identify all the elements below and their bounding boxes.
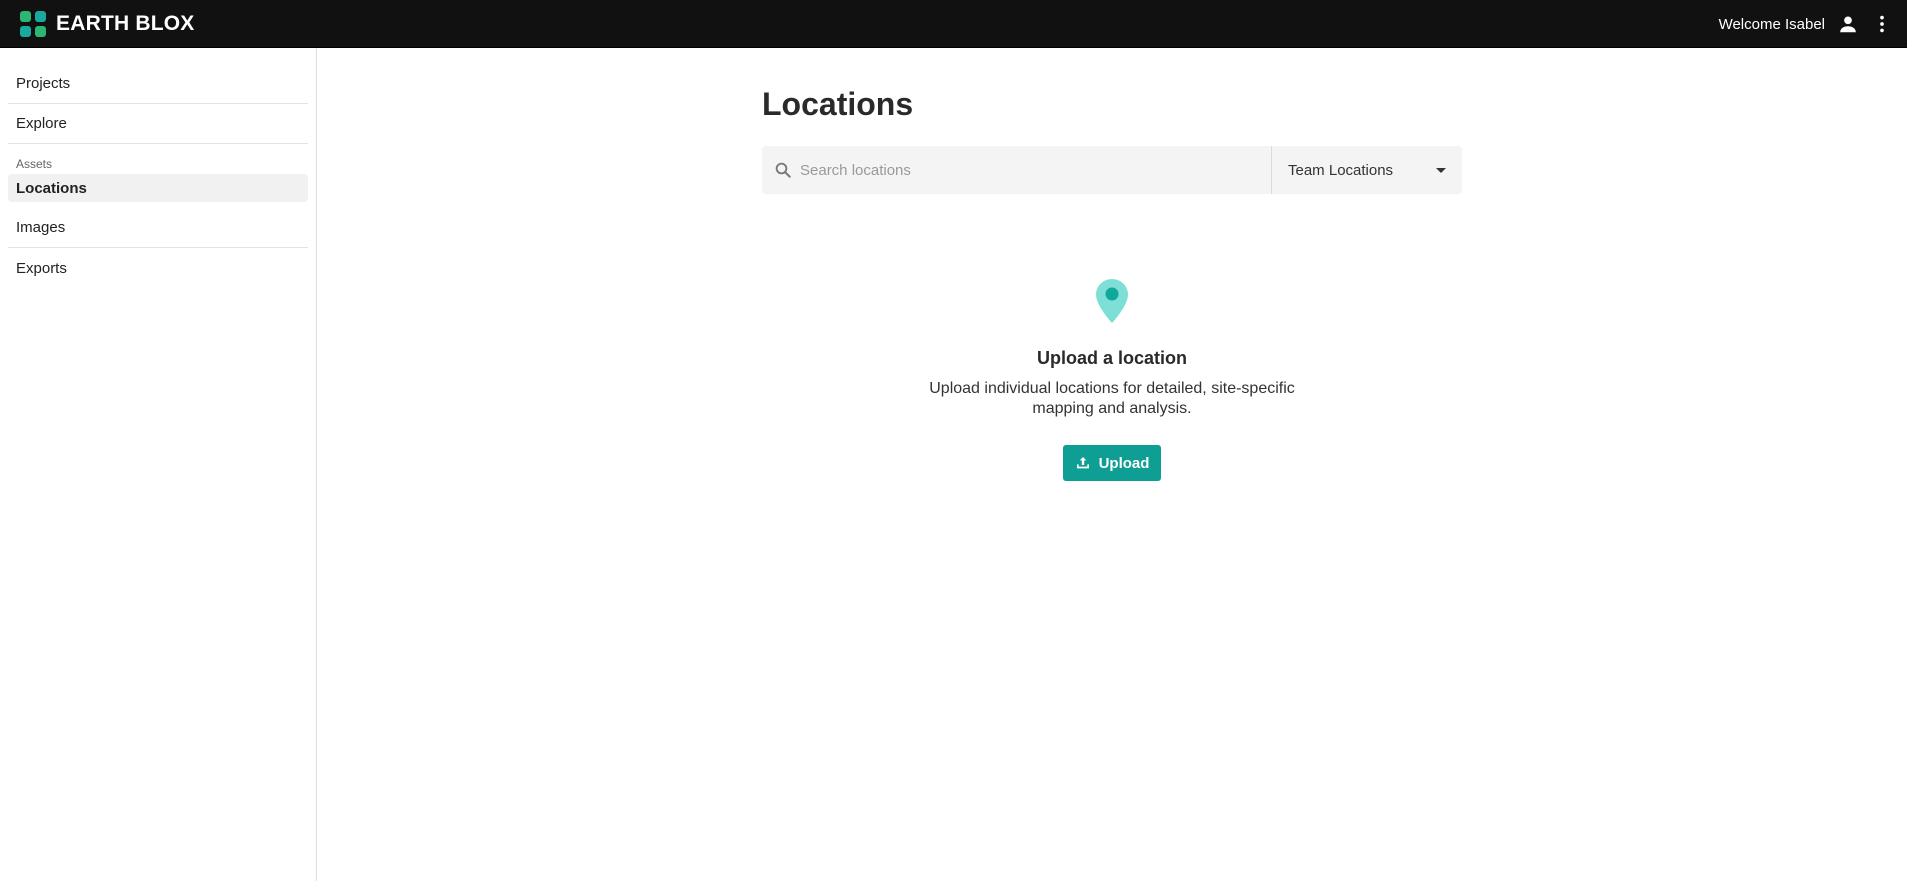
sidebar-item-label: Explore [16, 115, 67, 132]
sidebar-section-assets: Assets [8, 144, 308, 171]
page-title: Locations [762, 86, 914, 122]
sidebar-item-images[interactable]: Images [8, 208, 308, 248]
upload-button-label: Upload [1098, 454, 1150, 472]
sidebar-item-label: Images [16, 219, 66, 236]
welcome-text: Welcome Isabel [1718, 15, 1825, 33]
main-content: Locations Team Locations Upload a locati… [318, 48, 1907, 881]
search-field [762, 146, 1272, 194]
select-value: Team Locations [1288, 161, 1394, 179]
location-pin-icon [1096, 279, 1128, 323]
top-bar: EARTH BLOX Welcome Isabel [0, 0, 1907, 48]
topbar-right: Welcome Isabel [1719, 0, 1895, 48]
search-input[interactable] [762, 146, 1271, 194]
sidebar-item-locations[interactable]: Locations [8, 174, 308, 202]
sidebar-item-exports[interactable]: Exports [8, 248, 308, 288]
user-icon[interactable] [1835, 11, 1861, 37]
empty-state-description: Upload individual locations for detailed… [929, 380, 1295, 417]
caret-down-icon [1436, 167, 1446, 173]
earth-blox-logo-icon [18, 9, 48, 39]
sidebar-item-label: Locations [16, 179, 87, 197]
sidebar-item-explore[interactable]: Explore [8, 104, 308, 144]
empty-state-title: Upload a location [1036, 348, 1187, 368]
page: EARTH BLOX Welcome Isabel Projects Explo… [0, 0, 1907, 881]
sidebar-nav: Projects Explore Assets Locations Images… [8, 64, 308, 288]
upload-icon [1076, 457, 1089, 469]
search-icon [775, 162, 791, 178]
upload-button[interactable]: Upload [1062, 445, 1162, 481]
sidebar-item-label: Projects [16, 75, 71, 92]
scroll-gutter [1907, 0, 1919, 881]
sidebar-section-label: Assets [16, 157, 53, 171]
sidebar: Projects Explore Assets Locations Images… [0, 48, 317, 881]
brand[interactable]: EARTH BLOX [18, 9, 195, 39]
search-bar: Team Locations [762, 146, 1462, 194]
sidebar-item-label: Exports [16, 259, 67, 277]
brand-name: EARTH BLOX [56, 12, 195, 35]
more-vertical-icon[interactable] [1869, 11, 1895, 37]
sidebar-item-projects[interactable]: Projects [8, 64, 308, 104]
empty-state: Upload a location Upload individual loca… [762, 278, 1462, 481]
location-scope-select[interactable]: Team Locations [1272, 146, 1462, 194]
